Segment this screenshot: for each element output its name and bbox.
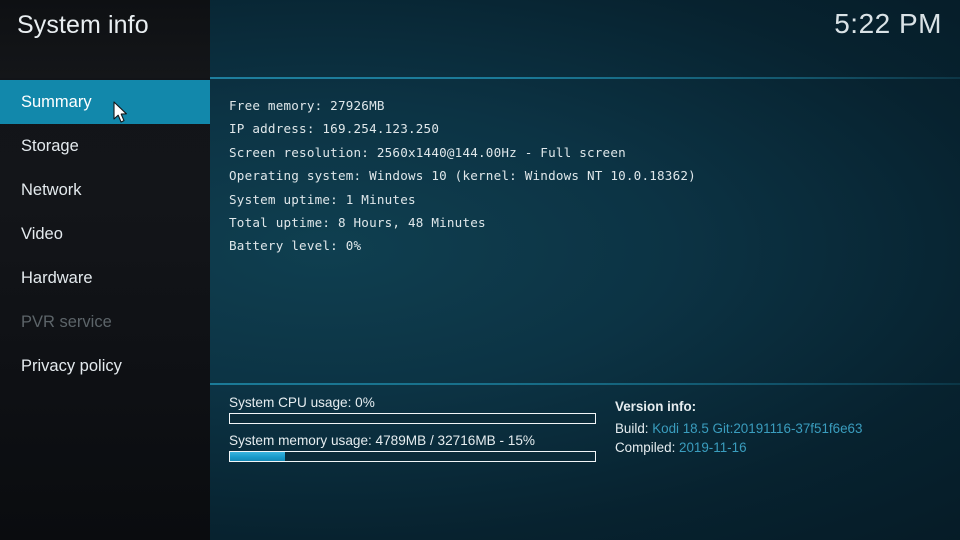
- build-value: Kodi 18.5 Git:20191116-37f51f6e63: [652, 421, 863, 436]
- bottom-status-panel: System CPU usage: 0% System memory usage…: [210, 385, 960, 470]
- bottom-divider: [210, 383, 960, 385]
- cpu-usage-label: System CPU usage: 0%: [229, 395, 375, 410]
- header-bar: System info 5:22 PM: [0, 0, 960, 78]
- version-info-block: Version info: Build: Kodi 18.5 Git:20191…: [615, 398, 945, 457]
- version-info-title: Version info:: [615, 399, 697, 414]
- system-info-list: Free memory: 27926MB IP address: 169.254.…: [210, 80, 960, 258]
- info-line: Total uptime: 8 Hours, 48 Minutes: [229, 215, 486, 231]
- info-line: Screen resolution: 2560x1440@144.00Hz - …: [229, 144, 626, 160]
- compiled-row: Compiled: 2019-11-16: [615, 439, 945, 458]
- usage-meters: System CPU usage: 0% System memory usage…: [229, 395, 599, 471]
- sidebar-menu: Summary Storage Network Video Hardware PVR se…: [0, 80, 210, 388]
- header-divider: [210, 77, 960, 79]
- sidebar-item-hardware[interactable]: Hardware: [0, 256, 210, 300]
- sidebar-item-storage[interactable]: Storage: [0, 124, 210, 168]
- compiled-label: Compiled:: [615, 439, 680, 455]
- cpu-usage-bar: [229, 413, 596, 424]
- info-line: Operating system: Windows 10 (kernel: Wi…: [229, 168, 696, 184]
- sidebar-item-privacy-policy[interactable]: Privacy policy: [0, 344, 210, 388]
- info-line: Battery level: 0%: [229, 238, 362, 254]
- memory-usage-bar: [229, 451, 596, 462]
- sidebar-item-network[interactable]: Network: [0, 168, 210, 212]
- sidebar-item-pvr-service: PVR service: [21, 313, 112, 331]
- page-title: System info: [17, 11, 149, 39]
- memory-usage-bar-fill: [230, 452, 285, 461]
- kodi-system-info-screen: System info 5:22 PM Summary Storage Networ…: [0, 0, 960, 540]
- build-row: Build: Kodi 18.5 Git:20191116-37f51f6e63: [615, 420, 945, 439]
- clock-label: 5:22 PM: [834, 8, 942, 39]
- info-line: Free memory: 27926MB: [229, 98, 385, 113]
- sidebar-item-summary[interactable]: Summary: [0, 80, 210, 124]
- main-content-panel: Free memory: 27926MB IP address: 169.254.…: [210, 80, 960, 383]
- memory-usage-label: System memory usage: 4789MB / 32716MB - …: [229, 433, 535, 448]
- info-line: System uptime: 1 Minutes: [229, 191, 416, 207]
- compiled-value: 2019-11-16: [679, 439, 747, 455]
- info-line: IP address: 169.254.123.250: [229, 121, 440, 137]
- build-label: Build:: [615, 421, 653, 436]
- sidebar-item-video[interactable]: Video: [0, 212, 210, 256]
